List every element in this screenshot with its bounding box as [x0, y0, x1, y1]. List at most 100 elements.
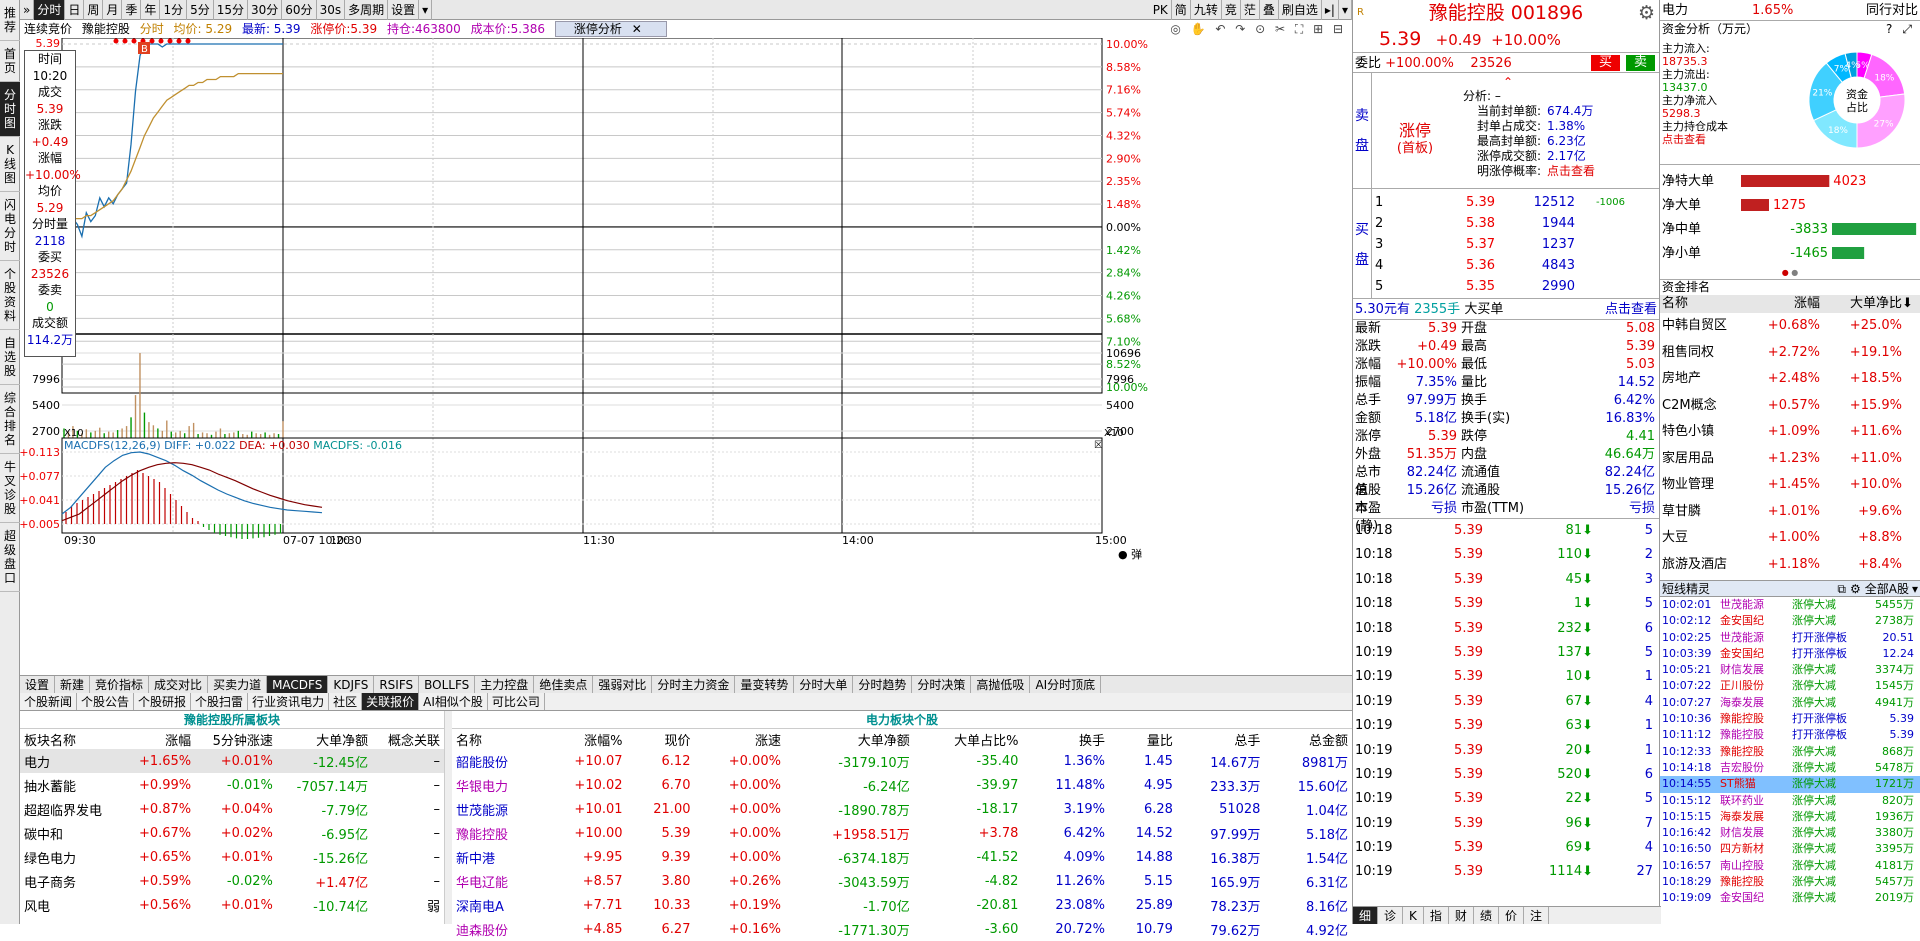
toolbar-button[interactable]: 简 [1172, 0, 1191, 20]
shortline-row[interactable]: 10:18:29 豫能控股 涨停大减 5457万 [1660, 874, 1920, 890]
table-row[interactable]: 抽水蓄能 +0.99% -0.01% -7057.14万 – [20, 773, 444, 797]
toolbar-button[interactable]: 刷自选 [1279, 0, 1322, 20]
shortline-row[interactable]: 10:03:39 金安国纪 打开涨停板 12.24 [1660, 646, 1920, 662]
nav-item[interactable]: 超级盘口 [0, 523, 20, 592]
table-row[interactable]: 世茂能源 +10.01 21.00 +0.00% -1890.78万 -18.17 3.19… [452, 797, 1352, 821]
quote-bottom-tab[interactable]: 财 [1449, 907, 1474, 924]
table-row[interactable]: 迪森股份 +4.85 6.27 +0.16% -1771.30万 -3.60 20.72% 1… [452, 917, 1352, 941]
sector-header[interactable]: 板块名称 [20, 729, 123, 749]
rank-row[interactable]: 草甘膦 +1.01% +9.6% [1660, 499, 1920, 526]
shortline-row[interactable]: 10:15:12 联环药业 涨停大减 820万 [1660, 793, 1920, 809]
collapse-icon[interactable]: ⌃ [1483, 75, 1533, 89]
table-row[interactable]: 电子商务 +0.59% -0.02% +1.47亿 – [20, 869, 444, 893]
quote-bottom-tab[interactable]: 指 [1424, 907, 1449, 924]
stock-header[interactable]: 总手 [1177, 729, 1265, 749]
rank-row[interactable]: 大豆 +1.00% +8.8% [1660, 525, 1920, 552]
gear-icon[interactable]: ⚙ [1638, 0, 1655, 26]
toolbar-button[interactable]: 竞 [1222, 0, 1241, 20]
table-row[interactable]: 韶能股份 +10.07 6.12 +0.00% -3179.10万 -35.40 1.36%… [452, 749, 1352, 773]
shortline-row[interactable]: 10:16:42 财信发展 涨停大减 3380万 [1660, 825, 1920, 841]
bid-level[interactable]: 2 5.38 1944 [1375, 213, 1659, 234]
shortline-row[interactable]: 10:07:27 海泰发展 涨停大减 4941万 [1660, 695, 1920, 711]
sell-button[interactable]: 卖 [1625, 55, 1655, 71]
toolbar-button[interactable]: 九转 [1191, 0, 1222, 20]
toolbar-button[interactable]: PK [1150, 0, 1172, 20]
toolbar-next-icon[interactable]: ▸| [1322, 0, 1339, 20]
stock-header[interactable]: 总金额 [1264, 729, 1352, 749]
sector-header[interactable]: 涨幅 [123, 729, 195, 749]
stock-header[interactable]: 涨幅% [542, 729, 626, 749]
indicator-tab[interactable]: 主力控盘 [475, 676, 535, 693]
rank-row[interactable]: 房地产 +2.48% +18.5% [1660, 366, 1920, 393]
indicator-tab[interactable]: 竞价指标 [90, 676, 150, 693]
rank-header[interactable]: 名称 [1660, 295, 1760, 313]
period-tab[interactable]: 30分 [248, 0, 283, 20]
toolbar-button[interactable]: 叠 [1260, 0, 1279, 20]
table-row[interactable]: 新中港 +9.95 9.39 +0.00% -6374.18万 -41.52 4.09% 14… [452, 845, 1352, 869]
period-tab[interactable]: 多周期 [345, 0, 389, 20]
quote-bottom-tab[interactable]: K [1403, 907, 1424, 924]
period-tab[interactable]: 设置 [388, 0, 420, 20]
rank-row[interactable]: 中韩自贸区 +0.68% +25.0% [1660, 313, 1920, 340]
period-tab[interactable]: 30s [317, 0, 346, 20]
stock-header[interactable]: 现价 [627, 729, 695, 749]
period-tab[interactable]: 日 [65, 0, 85, 20]
sector-scrollbar[interactable] [444, 711, 452, 924]
info-tab[interactable]: 个股公告 [77, 693, 135, 710]
shortline-row[interactable]: 10:02:01 世茂能源 涨停大减 5455万 [1660, 597, 1920, 613]
sort-down-icon[interactable]: ⬇ [1902, 295, 1913, 313]
info-tab[interactable]: 关联报价 [362, 693, 420, 710]
stock-header[interactable]: 涨速 [694, 729, 784, 749]
quote-bottom-tab[interactable]: 注 [1524, 907, 1549, 924]
toolbar-menu-icon[interactable]: ▾ [1339, 0, 1352, 20]
indicator-tab[interactable]: 绝佳卖点 [534, 676, 594, 693]
indicator-tab[interactable]: 买卖力道 [208, 676, 268, 693]
info-tab[interactable]: 个股新闻 [20, 693, 78, 710]
rank-row[interactable]: 物业管理 +1.45% +10.0% [1660, 472, 1920, 499]
rank-row[interactable]: 旅游及酒店 +1.18% +8.4% [1660, 552, 1920, 579]
shortline-row[interactable]: 10:14:18 吉宏股份 涨停大减 5478万 [1660, 760, 1920, 776]
indicator-tab[interactable]: 强弱对比 [593, 676, 653, 693]
shortline-list[interactable]: 10:02:01 世茂能源 涨停大减 5455万 10:02:12 金安国纪 涨停大减 273… [1660, 597, 1920, 907]
period-dropdown-icon[interactable]: ▾ [419, 0, 433, 20]
table-row[interactable]: 超超临界发电 +0.87% +0.04% -7.79亿 – [20, 797, 444, 821]
nav-expand-icon[interactable]: » [20, 0, 35, 20]
period-tab[interactable]: 周 [84, 0, 104, 20]
page-dots[interactable]: ● ● [1660, 269, 1920, 279]
table-row[interactable]: 电力 +1.65% +0.01% -12.45亿 – [20, 749, 444, 773]
indicator-tab[interactable]: RSIFS [374, 676, 420, 693]
sector-header[interactable]: 5分钟涨速 [195, 729, 277, 749]
stock-header[interactable]: 大单占比% [914, 729, 1023, 749]
quote-bottom-tab[interactable]: 诊 [1378, 907, 1404, 924]
toolbar-button[interactable]: 茫 [1241, 0, 1260, 20]
nav-item[interactable]: 牛叉诊股 [0, 454, 20, 523]
filter-dropdown-icon[interactable]: ▾ [1912, 581, 1918, 596]
table-row[interactable]: 深南电A +7.71 10.33 +0.19% -1.70亿 -20.81 23.08% 25… [452, 893, 1352, 917]
period-tab[interactable]: 15分 [214, 0, 248, 20]
quote-bottom-tab[interactable]: 细 [1353, 907, 1379, 924]
table-row[interactable]: 风电 +0.56% +0.01% -10.74亿 弱 [20, 893, 444, 917]
chart-tools[interactable]: ◎ ✋ ↶ ↷ ⊙ ✂ ⛶ ⊞ ⊟ [1170, 20, 1346, 38]
stock-header[interactable]: 大单净额 [785, 729, 914, 749]
indicator-tab[interactable]: 成交对比 [149, 676, 209, 693]
shortline-row[interactable]: 10:02:12 金安国纪 涨停大减 2738万 [1660, 613, 1920, 629]
sector-header[interactable]: 概念关联 [372, 729, 444, 749]
limit-analysis-tab[interactable]: 涨停分析 ✕ [554, 21, 667, 37]
rank-header[interactable]: 涨幅 [1760, 295, 1820, 313]
info-tab[interactable]: 个股扫雷 [191, 693, 249, 710]
indicator-tab[interactable]: 分时大单 [794, 676, 854, 693]
shortline-row[interactable]: 10:19:09 金安国纪 涨停大减 2019万 [1660, 890, 1920, 906]
indicator-tab[interactable]: 分时趋势 [853, 676, 913, 693]
indicator-tab[interactable]: BOLLFS [419, 676, 476, 693]
close-icon[interactable]: ✕ [632, 22, 642, 36]
quote-bottom-tab[interactable]: 绩 [1474, 907, 1499, 924]
shortline-row[interactable]: 10:16:50 四方新材 涨停大减 3395万 [1660, 841, 1920, 857]
shortline-row[interactable]: 10:02:25 世茂能源 打开涨停板 20.51 [1660, 630, 1920, 646]
quote-bottom-tab[interactable]: 价 [1499, 907, 1524, 924]
indicator-tab[interactable]: 分时主力资金 [652, 676, 736, 693]
intraday-chart[interactable]: 10.00% 8.58% 7.16% 5.74% 4.32% 2.90% 2.35% 1.48… [20, 38, 1352, 668]
shortline-row[interactable]: 10:05:21 财信发展 涨停大减 3374万 [1660, 662, 1920, 678]
indicator-tab[interactable]: MACDFS [267, 676, 329, 693]
indicator-tab[interactable]: KDJFS [328, 676, 375, 693]
nav-item[interactable]: 综合排名 [0, 385, 20, 454]
